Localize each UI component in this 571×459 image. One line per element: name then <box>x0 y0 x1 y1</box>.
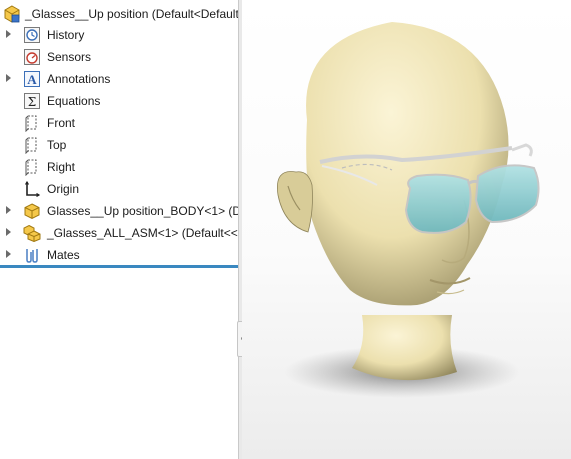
assembly-icon <box>3 5 21 23</box>
history-icon <box>23 26 41 44</box>
tree-item-front-plane[interactable]: Front <box>0 112 238 134</box>
expand-arrow-icon[interactable] <box>6 30 11 38</box>
tree-item-body-part[interactable]: Glasses__Up position_BODY<1> (Def <box>0 200 238 222</box>
tree-item-label: Sensors <box>47 50 92 64</box>
tree-item-sensors[interactable]: Sensors <box>0 46 238 68</box>
tree-rollback-bar[interactable] <box>0 265 238 268</box>
equations-icon: Σ <box>23 92 41 110</box>
tree-item-label: Equations <box>47 94 101 108</box>
tree-item-label: History <box>47 28 85 42</box>
annotations-icon: A <box>23 70 41 88</box>
plane-icon <box>23 158 41 177</box>
tree-root-assembly[interactable]: _Glasses__Up position (Default<Default_ <box>0 2 238 24</box>
svg-text:A: A <box>27 72 37 87</box>
tree-item-origin[interactable]: Origin <box>0 178 238 200</box>
sensors-icon <box>23 48 41 66</box>
tree-item-label: _Glasses_ALL_ASM<1> (Default<<D <box>47 226 238 240</box>
tree-item-top-plane[interactable]: Top <box>0 134 238 156</box>
tree-item-label: Top <box>47 138 67 152</box>
tree-root-label: _Glasses__Up position (Default<Default_ <box>25 7 238 21</box>
tree-item-sub-assembly[interactable]: _Glasses_ALL_ASM<1> (Default<<D <box>0 222 238 244</box>
expand-arrow-icon[interactable] <box>6 206 11 214</box>
tree-item-label: Right <box>47 160 76 174</box>
plane-icon <box>23 114 41 133</box>
tree-item-label: Origin <box>47 182 80 196</box>
tree-item-equations[interactable]: Σ Equations <box>0 90 238 112</box>
plane-icon <box>23 136 41 155</box>
feature-manager-tree: _Glasses__Up position (Default<Default_ … <box>0 0 238 459</box>
expand-arrow-icon[interactable] <box>6 250 11 258</box>
expand-arrow-icon[interactable] <box>6 228 11 236</box>
expand-arrow-icon[interactable] <box>6 74 11 82</box>
svg-text:Σ: Σ <box>28 95 36 109</box>
tree-item-label: Mates <box>47 248 80 262</box>
mates-icon <box>23 246 41 264</box>
tree-item-label: Front <box>47 116 76 130</box>
origin-icon <box>23 180 41 198</box>
tree-item-label: Glasses__Up position_BODY<1> (Def <box>47 204 238 218</box>
assembly-icon <box>23 224 41 243</box>
tree-item-label: Annotations <box>47 72 111 86</box>
graphics-viewport[interactable] <box>242 0 571 459</box>
tree-item-annotations[interactable]: A Annotations <box>0 68 238 90</box>
mannequin-head <box>277 22 509 381</box>
tree-item-mates[interactable]: Mates <box>0 244 238 266</box>
part-icon <box>23 202 41 220</box>
tree-item-history[interactable]: History <box>0 24 238 46</box>
tree-item-right-plane[interactable]: Right <box>0 156 238 178</box>
model-render <box>277 22 540 398</box>
